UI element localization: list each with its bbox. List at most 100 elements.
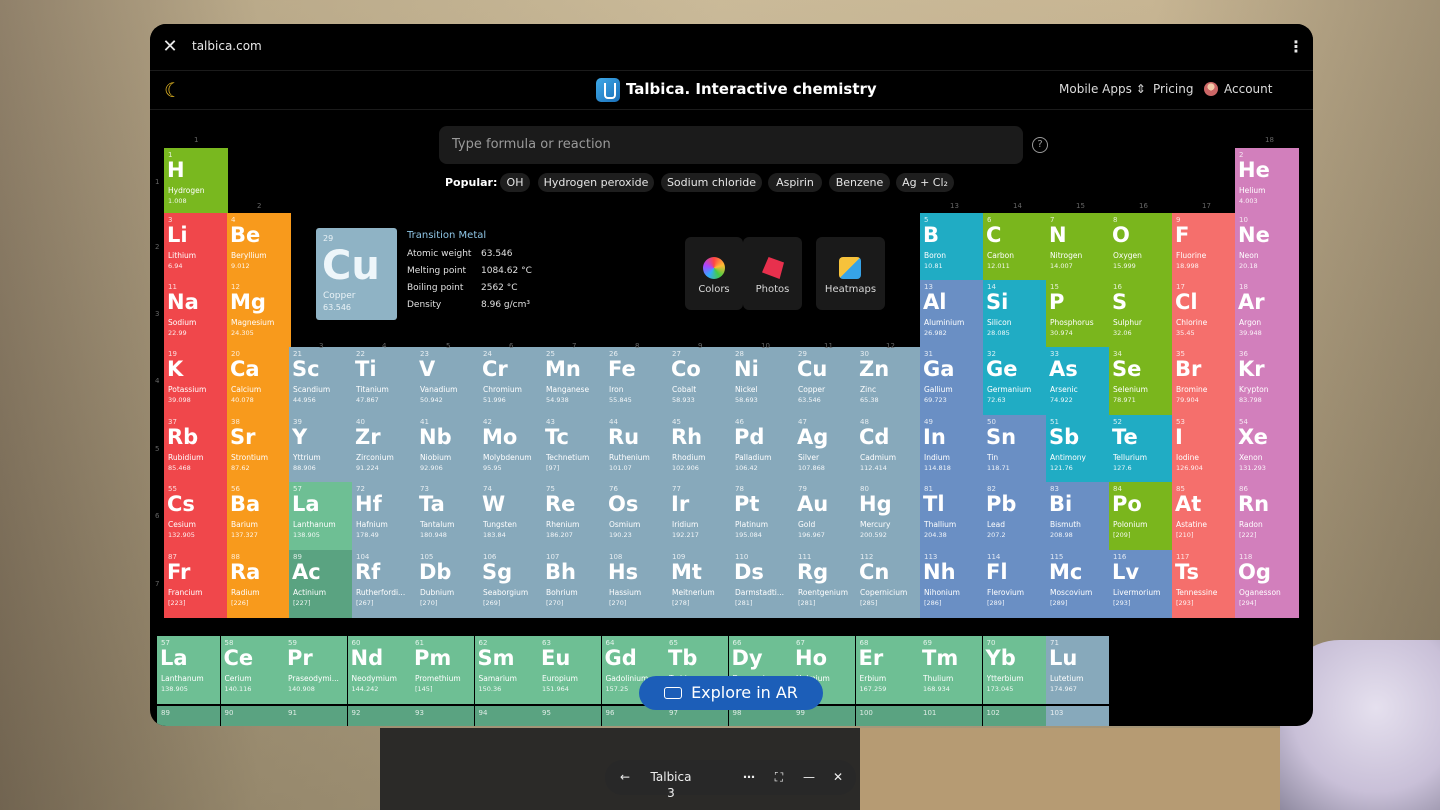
- element-tm[interactable]: 69 Tm Thulium 168.934: [919, 636, 982, 704]
- element-er[interactable]: 68 Er Erbium 167.259: [855, 636, 919, 704]
- selected-element-card[interactable]: 29 Cu Copper 63.546: [316, 228, 397, 320]
- element-mo[interactable]: 42 Mo Molybdenum 95.95: [479, 415, 543, 483]
- fullscreen-icon[interactable]: ⛶: [772, 769, 786, 785]
- element-ca[interactable]: 20 Ca Calcium 40.078: [227, 347, 291, 415]
- element-mg[interactable]: 12 Mg Magnesium 24.305: [227, 280, 291, 348]
- element-ac[interactable]: 89 Ac Actinium [227]: [289, 550, 353, 618]
- element-hf[interactable]: 72 Hf Hafnium 178.49: [352, 482, 416, 550]
- element-at[interactable]: 85 At Astatine [210]: [1172, 482, 1236, 550]
- element-s[interactable]: 16 S Sulphur 32.06: [1109, 280, 1173, 348]
- element-fe[interactable]: 26 Fe Iron 55.845: [605, 347, 669, 415]
- element-c[interactable]: 6 C Carbon 12.011: [983, 213, 1047, 281]
- element-la[interactable]: 57 La Lanthanum 138.905: [157, 636, 220, 704]
- minimize-icon[interactable]: —: [802, 769, 816, 785]
- element-na[interactable]: 11 Na Sodium 22.99: [164, 280, 228, 348]
- chip-ag-cl2[interactable]: Ag + Cl₂: [896, 173, 954, 192]
- element-pb[interactable]: 82 Pb Lead 207.2: [983, 482, 1047, 550]
- element-zn[interactable]: 30 Zn Zinc 65.38: [856, 347, 920, 415]
- element-cl[interactable]: 17 Cl Chlorine 35.45: [1172, 280, 1236, 348]
- element-mn[interactable]: 25 Mn Manganese 54.938: [542, 347, 606, 415]
- element-yb[interactable]: 70 Yb Ytterbium 173.045: [982, 636, 1046, 704]
- element-as[interactable]: 33 As Arsenic 74.922: [1046, 347, 1110, 415]
- element-b[interactable]: 5 B Boron 10.81: [920, 213, 984, 281]
- element-h[interactable]: 1 H Hydrogen 1.008: [164, 148, 228, 214]
- nav-mobile-apps[interactable]: Mobile Apps ⇕: [1059, 82, 1146, 96]
- actinide-cell[interactable]: 95: [538, 706, 601, 726]
- chip-benzene[interactable]: Benzene: [829, 173, 890, 192]
- element-bh[interactable]: 107 Bh Bohrium [270]: [542, 550, 606, 618]
- element-xe[interactable]: 54 Xe Xenon 131.293: [1235, 415, 1299, 483]
- more-icon[interactable]: ⋮: [1288, 36, 1304, 58]
- search-input[interactable]: Type formula or reaction: [439, 126, 1023, 164]
- element-ru[interactable]: 44 Ru Ruthenium 101.07: [605, 415, 669, 483]
- moon-icon[interactable]: ☾: [164, 79, 186, 101]
- element-k[interactable]: 19 K Potassium 39.098: [164, 347, 228, 415]
- element-n[interactable]: 7 N Nitrogen 14.007: [1046, 213, 1110, 281]
- element-pd[interactable]: 46 Pd Palladium 106.42: [731, 415, 795, 483]
- element-ds[interactable]: 110 Ds Darmstadti... [281]: [731, 550, 795, 618]
- close-icon[interactable]: ✕: [831, 769, 845, 785]
- element-ag[interactable]: 47 Ag Silver 107.868: [794, 415, 858, 483]
- element-cu[interactable]: 29 Cu Copper 63.546: [794, 347, 858, 415]
- element-zr[interactable]: 40 Zr Zirconium 91.224: [352, 415, 416, 483]
- element-rf[interactable]: 104 Rf Rutherfordi... [267]: [352, 550, 416, 618]
- element-v[interactable]: 23 V Vanadium 50.942: [416, 347, 480, 415]
- element-ni[interactable]: 28 Ni Nickel 58.693: [731, 347, 795, 415]
- chip-aspirin[interactable]: Aspirin: [768, 173, 822, 192]
- actinide-cell[interactable]: 93: [411, 706, 474, 726]
- actinide-cell[interactable]: 101: [919, 706, 982, 726]
- element-mc[interactable]: 115 Mc Moscovium [289]: [1046, 550, 1110, 618]
- chip-sodium-chloride[interactable]: Sodium chloride: [661, 173, 762, 192]
- element-br[interactable]: 35 Br Bromine 79.904: [1172, 347, 1236, 415]
- tool-photos[interactable]: Photos: [743, 237, 802, 310]
- element-bi[interactable]: 83 Bi Bismuth 208.98: [1046, 482, 1110, 550]
- element-sm[interactable]: 62 Sm Samarium 150.36: [474, 636, 538, 704]
- element-w[interactable]: 74 W Tungsten 183.84: [479, 482, 543, 550]
- element-pm[interactable]: 61 Pm Promethium [145]: [411, 636, 474, 704]
- element-o[interactable]: 8 O Oxygen 15.999: [1109, 213, 1173, 281]
- element-rh[interactable]: 45 Rh Rhodium 102.906: [668, 415, 732, 483]
- account-avatar-icon[interactable]: [1204, 82, 1218, 96]
- element-li[interactable]: 3 Li Lithium 6.94: [164, 213, 228, 281]
- element-nh[interactable]: 113 Nh Nihonium [286]: [920, 550, 984, 618]
- element-ir[interactable]: 77 Ir Iridium 192.217: [668, 482, 732, 550]
- element-ra[interactable]: 88 Ra Radium [226]: [227, 550, 291, 618]
- chip-hydrogen-peroxide[interactable]: Hydrogen peroxide: [538, 173, 654, 192]
- element-se[interactable]: 34 Se Selenium 78.971: [1109, 347, 1173, 415]
- element-be[interactable]: 4 Be Beryllium 9.012: [227, 213, 291, 281]
- more-icon[interactable]: ⋯: [742, 769, 756, 785]
- element-eu[interactable]: 63 Eu Europium 151.964: [538, 636, 601, 704]
- element-ba[interactable]: 56 Ba Barium 137.327: [227, 482, 291, 550]
- element-db[interactable]: 105 Db Dubnium [270]: [416, 550, 480, 618]
- element-cn[interactable]: 112 Cn Copernicium [285]: [856, 550, 920, 618]
- element-rb[interactable]: 37 Rb Rubidium 85.468: [164, 415, 228, 483]
- element-mt[interactable]: 109 Mt Meitnerium [278]: [668, 550, 732, 618]
- element-sr[interactable]: 38 Sr Strontium 87.62: [227, 415, 291, 483]
- element-co[interactable]: 27 Co Cobalt 58.933: [668, 347, 732, 415]
- actinide-cell[interactable]: 102: [982, 706, 1046, 726]
- actinide-cell[interactable]: 92: [347, 706, 411, 726]
- element-sb[interactable]: 51 Sb Antimony 121.76: [1046, 415, 1110, 483]
- help-icon[interactable]: ?: [1032, 137, 1048, 153]
- element-p[interactable]: 15 P Phosphorus 30.974: [1046, 280, 1110, 348]
- element-ta[interactable]: 73 Ta Tantalum 180.948: [416, 482, 480, 550]
- actinide-cell[interactable]: 90: [220, 706, 284, 726]
- element-te[interactable]: 52 Te Tellurium 127.6: [1109, 415, 1173, 483]
- element-ts[interactable]: 117 Ts Tennessine [293]: [1172, 550, 1236, 618]
- element-ga[interactable]: 31 Ga Gallium 69.723: [920, 347, 984, 415]
- element-ne[interactable]: 10 Ne Neon 20.18: [1235, 213, 1299, 281]
- actinide-cell[interactable]: 91: [284, 706, 347, 726]
- element-cs[interactable]: 55 Cs Cesium 132.905: [164, 482, 228, 550]
- tool-colors[interactable]: Colors: [685, 237, 743, 310]
- element-po[interactable]: 84 Po Polonium [209]: [1109, 482, 1173, 550]
- element-pr[interactable]: 59 Pr Praseodymi... 140.908: [284, 636, 347, 704]
- chip-oh[interactable]: OH: [500, 173, 530, 192]
- element-cd[interactable]: 48 Cd Cadmium 112.414: [856, 415, 920, 483]
- element-hs[interactable]: 108 Hs Hassium [270]: [605, 550, 669, 618]
- element-og[interactable]: 118 Og Oganesson [294]: [1235, 550, 1299, 618]
- url-label[interactable]: talbica.com: [192, 39, 262, 53]
- element-ce[interactable]: 58 Ce Cerium 140.116: [220, 636, 284, 704]
- element-kr[interactable]: 36 Kr Krypton 83.798: [1235, 347, 1299, 415]
- element-sg[interactable]: 106 Sg Seaborgium [269]: [479, 550, 543, 618]
- element-sc[interactable]: 21 Sc Scandium 44.956: [289, 347, 353, 415]
